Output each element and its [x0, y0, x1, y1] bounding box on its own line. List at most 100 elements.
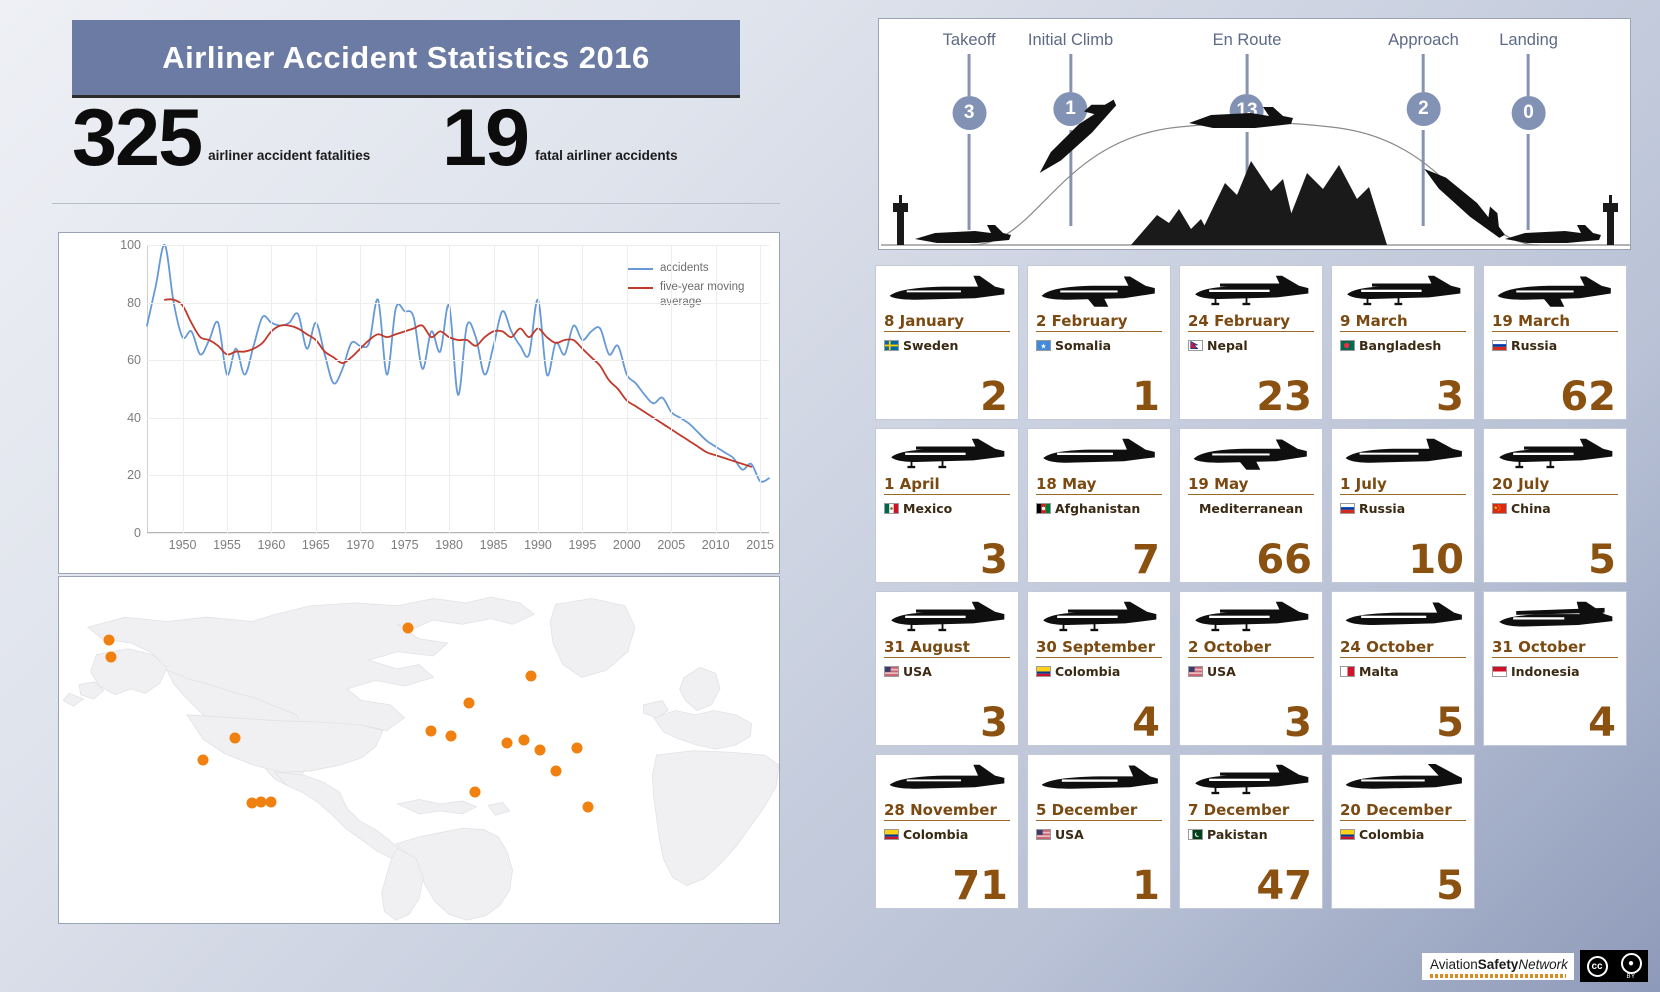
card-location-label: Russia — [1511, 338, 1558, 353]
map-dot-usa-alaska-1 — [103, 634, 115, 646]
chart-gridline-v — [271, 245, 273, 533]
chart-x-tick-label: 1975 — [390, 538, 419, 552]
card-fatalities: 71 — [952, 863, 1008, 909]
card-fatalities: 5 — [1588, 537, 1616, 583]
accident-card[interactable]: 31 October Indonesia 4 — [1483, 591, 1627, 746]
card-location: Colombia — [1340, 827, 1466, 842]
card-location-label: Russia — [1359, 501, 1406, 516]
flag-icon-mexico — [884, 503, 899, 514]
creative-commons-badge[interactable]: cc ● BY — [1580, 950, 1648, 982]
right-column: Takeoff 3 Initial Climb 1 En Route 1 3 Approach… — [830, 0, 1660, 992]
card-aircraft-icon — [1036, 272, 1162, 312]
chart-gridline-h — [147, 475, 769, 477]
aircraft-silhouette-regional-jet — [889, 764, 1005, 789]
card-aircraft-icon — [1492, 598, 1618, 638]
card-fatalities: 1 — [1132, 374, 1160, 420]
flag-icon-sweden — [884, 340, 899, 351]
card-aircraft-icon — [1188, 435, 1314, 475]
flag-icon-russia — [1340, 503, 1355, 514]
card-aircraft-icon — [1036, 598, 1162, 638]
accident-card[interactable]: 2 February Somalia 1 — [1027, 265, 1171, 420]
chart-gridline-v — [537, 245, 539, 533]
card-date: 8 January — [884, 312, 1010, 332]
map-dot-mediterranean — [445, 730, 457, 742]
chart-gridline-h — [147, 360, 769, 362]
card-location-label: Bangladesh — [1359, 338, 1442, 353]
accident-card[interactable]: 24 February Nepal 23 — [1179, 265, 1323, 420]
card-fatalities: 62 — [1560, 374, 1616, 420]
accident-card[interactable]: 28 November Colombia 71 — [875, 754, 1019, 909]
card-location-label: Afghanistan — [1055, 501, 1141, 516]
accident-card[interactable]: 1 July Russia 10 — [1331, 428, 1475, 583]
chart-gridline-v — [449, 245, 451, 533]
flag-icon-russia — [1492, 340, 1507, 351]
chart-y-tick-label: 60 — [127, 353, 141, 368]
chart-gridline-v — [315, 245, 317, 533]
accident-card[interactable]: 20 December Colombia 5 — [1331, 754, 1475, 909]
accident-card[interactable]: 30 September Colombia 4 — [1027, 591, 1171, 746]
aircraft-silhouette-turboprop-highwing — [1347, 275, 1461, 306]
card-location: Nepal — [1188, 338, 1314, 353]
aircraft-silhouette-commuter-turboprop — [1345, 602, 1462, 625]
card-date: 30 September — [1036, 638, 1162, 658]
card-aircraft-icon — [1340, 761, 1466, 801]
card-location: Sweden — [884, 338, 1010, 353]
card-location: Russia — [1492, 338, 1618, 353]
accident-card[interactable]: 19 March Russia 62 — [1483, 265, 1627, 420]
accident-card[interactable]: 18 May Afghanistan 7 — [1027, 428, 1171, 583]
card-date: 31 October — [1492, 638, 1618, 658]
chart-legend: accidents five-year moving average — [627, 261, 759, 314]
card-location-label: USA — [1207, 664, 1236, 679]
accident-card[interactable]: 31 August USA 3 — [875, 591, 1019, 746]
accident-card[interactable]: 8 January Sweden 2 — [875, 265, 1019, 420]
aircraft-silhouette-four-jet-highwing — [1345, 438, 1462, 463]
card-location-label: Colombia — [903, 827, 969, 842]
accident-card[interactable]: 1 April Mexico 3 — [875, 428, 1019, 583]
aircraft-silhouette-bizjet — [1041, 765, 1158, 789]
phase-label: Takeoff — [942, 31, 996, 49]
card-date: 5 December — [1036, 801, 1162, 821]
card-date: 19 March — [1492, 312, 1618, 332]
kpi-row: 325 airliner accident fatalities 19 fata… — [52, 98, 780, 204]
accident-card[interactable]: 9 March Bangladesh 3 — [1331, 265, 1475, 420]
accident-card[interactable]: 20 July China 5 — [1483, 428, 1627, 583]
card-fatalities: 4 — [1588, 700, 1616, 746]
card-location: Malta — [1340, 664, 1466, 679]
card-fatalities: 7 — [1132, 537, 1160, 583]
accident-card[interactable]: 5 December USA 1 — [1027, 754, 1171, 909]
accident-card[interactable]: 24 October Malta 5 — [1331, 591, 1475, 746]
flight-profile-illustration — [881, 99, 1630, 246]
card-date: 31 August — [884, 638, 1010, 658]
card-fatalities: 3 — [980, 700, 1008, 746]
aircraft-silhouette-turboprop-highwing — [1195, 601, 1309, 632]
card-fatalities: 1 — [1132, 863, 1160, 909]
card-location-label: Mexico — [903, 501, 953, 516]
accident-card[interactable]: 7 December Pakistan 47 — [1179, 754, 1323, 909]
asn-brand-text: AviationSafetyNetwork — [1430, 956, 1568, 972]
kpi-fatalities: 325 airliner accident fatalities — [72, 98, 370, 179]
accident-card[interactable]: 19 May Mediterranean 66 — [1179, 428, 1323, 583]
chart-x-tick-label: 1950 — [168, 538, 197, 552]
chart-x-tick-label: 2005 — [657, 538, 686, 552]
card-aircraft-icon — [884, 435, 1010, 475]
flight-phase-panel: Takeoff 3 Initial Climb 1 En Route 13 Approach… — [878, 18, 1631, 250]
aircraft-silhouette-cargo-highwing — [1499, 601, 1613, 627]
map-dot-sweden — [402, 622, 414, 634]
aircraft-silhouette-turboprop-highwing — [891, 601, 1005, 632]
aircraft-silhouette-narrowbody — [1193, 439, 1307, 470]
card-date: 24 February — [1188, 312, 1314, 332]
asn-brand-part1: Aviation — [1430, 956, 1478, 972]
phase-stem-top — [1527, 54, 1531, 96]
card-location: USA — [1188, 664, 1314, 679]
map-dot-russia-east — [525, 670, 537, 682]
card-location: Somalia — [1036, 338, 1162, 353]
chart-gridline-v — [715, 245, 717, 533]
chart-gridline-v — [226, 245, 228, 533]
chart-y-tick-label: 100 — [120, 238, 141, 252]
card-location-label: Colombia — [1359, 827, 1425, 842]
footer-logos: AviationSafetyNetwork cc ● BY — [1422, 950, 1648, 982]
left-column: Airliner Accident Statistics 2016 325 ai… — [0, 0, 830, 992]
card-aircraft-icon — [1188, 598, 1314, 638]
accident-card[interactable]: 2 October USA 3 — [1179, 591, 1323, 746]
card-date: 7 December — [1188, 801, 1314, 821]
